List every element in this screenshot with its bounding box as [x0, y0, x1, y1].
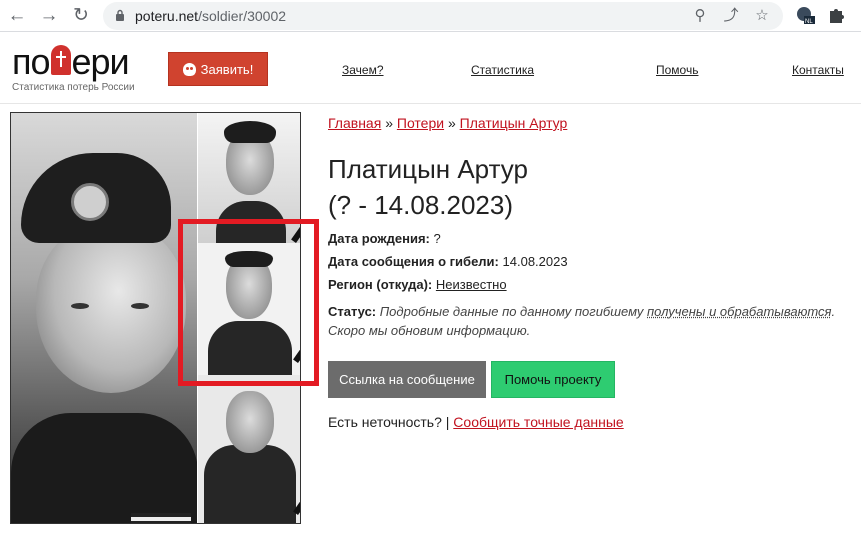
- nav-link-why[interactable]: Зачем?: [342, 63, 384, 77]
- nav-link-statistics[interactable]: Статистика: [471, 63, 534, 77]
- header-divider: [0, 103, 861, 104]
- highlight-box: [178, 219, 319, 386]
- portrait-photo-3: [198, 375, 300, 523]
- status-row: Статус: Подробные данные по данному поги…: [328, 304, 836, 338]
- declare-button-label: Заявить!: [200, 61, 254, 77]
- life-dates: (? - 14.08.2023): [328, 190, 514, 220]
- site-logo[interactable]: по ери: [12, 42, 130, 82]
- extensions-puzzle-icon[interactable]: [826, 5, 846, 25]
- declare-button[interactable]: Заявить!: [168, 52, 268, 86]
- lock-icon: [116, 9, 124, 21]
- status-link[interactable]: получены и обрабатываются: [647, 304, 832, 319]
- help-project-button[interactable]: Помочь проекту: [491, 361, 615, 398]
- region-row: Регион (откуда): Неизвестно: [328, 277, 507, 292]
- forward-icon[interactable]: →: [38, 5, 60, 27]
- bookmark-star-icon[interactable]: ☆: [753, 7, 771, 25]
- url-text: poteru.net/soldier/30002: [135, 8, 287, 24]
- refresh-icon[interactable]: ↻: [70, 5, 92, 27]
- page-title: Платицын Артур: [328, 154, 528, 184]
- breadcrumb: Главная » Потери » Платицын Артур: [328, 115, 568, 131]
- report-accurate-data-link[interactable]: Сообщить точные данные: [453, 414, 623, 430]
- browser-toolbar: ← → ↻ poteru.net/soldier/30002 ⚲ ⤴ ☆ NL: [0, 0, 861, 32]
- translate-extension-icon[interactable]: NL: [795, 5, 815, 25]
- coffin-cross-icon: [50, 45, 71, 75]
- address-bar[interactable]: poteru.net/soldier/30002 ⚲ ⤴ ☆: [103, 2, 783, 30]
- svg-text:NL: NL: [805, 19, 813, 25]
- region-link[interactable]: Неизвестно: [436, 277, 507, 292]
- death-report-date-row: Дата сообщения о гибели: 14.08.2023: [328, 254, 568, 269]
- main-portrait-photo: [11, 113, 198, 523]
- back-icon[interactable]: ←: [6, 5, 28, 27]
- share-icon[interactable]: ⤴: [722, 7, 740, 25]
- breadcrumb-home[interactable]: Главная: [328, 115, 381, 131]
- nav-link-help[interactable]: Помочь: [656, 63, 698, 77]
- zoom-icon[interactable]: ⚲: [691, 7, 709, 25]
- inaccuracy-row: Есть неточность? | Сообщить точные данны…: [328, 414, 624, 430]
- breadcrumb-current[interactable]: Платицын Артур: [460, 115, 568, 131]
- source-link-button[interactable]: Ссылка на сообщение: [328, 361, 486, 398]
- site-tagline: Статистика потерь России: [12, 82, 135, 93]
- birth-date-row: Дата рождения: ?: [328, 231, 441, 246]
- nav-link-contacts[interactable]: Контакты: [792, 63, 844, 77]
- skull-icon: [182, 62, 196, 76]
- breadcrumb-losses[interactable]: Потери: [397, 115, 444, 131]
